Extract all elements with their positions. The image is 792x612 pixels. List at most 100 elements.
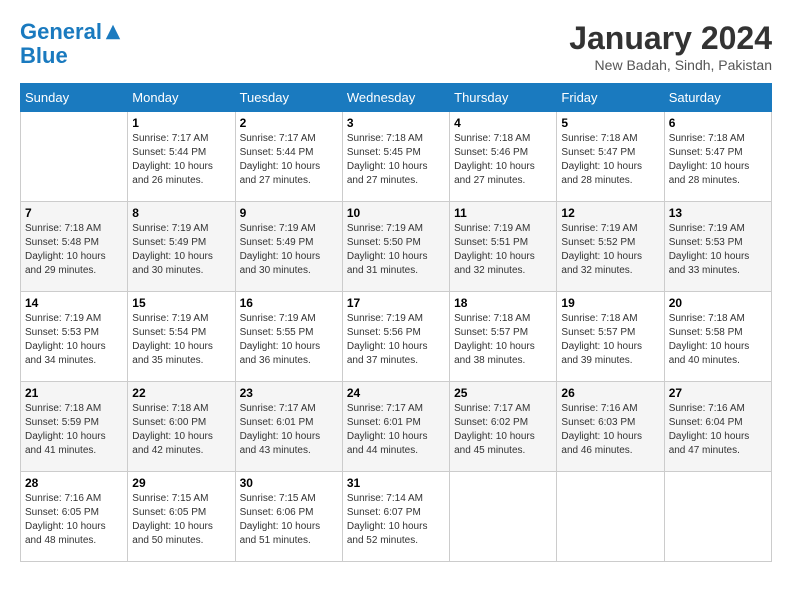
day-number: 4	[454, 116, 552, 130]
table-row: 23 Sunrise: 7:17 AM Sunset: 6:01 PM Dayl…	[235, 382, 342, 472]
table-row: 26 Sunrise: 7:16 AM Sunset: 6:03 PM Dayl…	[557, 382, 664, 472]
sunrise-text: Sunrise: 7:19 AM	[132, 223, 208, 234]
table-row: 16 Sunrise: 7:19 AM Sunset: 5:55 PM Dayl…	[235, 292, 342, 382]
day-info: Sunrise: 7:18 AM Sunset: 6:00 PM Dayligh…	[132, 402, 230, 458]
table-row: 19 Sunrise: 7:18 AM Sunset: 5:57 PM Dayl…	[557, 292, 664, 382]
daylight-text: Daylight: 10 hours and 27 minutes.	[454, 161, 535, 186]
table-row: 12 Sunrise: 7:19 AM Sunset: 5:52 PM Dayl…	[557, 202, 664, 292]
day-number: 27	[669, 386, 767, 400]
sunrise-text: Sunrise: 7:16 AM	[25, 493, 101, 504]
table-row: 20 Sunrise: 7:18 AM Sunset: 5:58 PM Dayl…	[664, 292, 771, 382]
daylight-text: Daylight: 10 hours and 31 minutes.	[347, 251, 428, 276]
calendar-week-row: 7 Sunrise: 7:18 AM Sunset: 5:48 PM Dayli…	[21, 202, 772, 292]
sunrise-text: Sunrise: 7:18 AM	[561, 313, 637, 324]
sunset-text: Sunset: 6:05 PM	[132, 507, 206, 518]
daylight-text: Daylight: 10 hours and 30 minutes.	[132, 251, 213, 276]
sunset-text: Sunset: 6:00 PM	[132, 417, 206, 428]
day-number: 5	[561, 116, 659, 130]
daylight-text: Daylight: 10 hours and 46 minutes.	[561, 431, 642, 456]
sunrise-text: Sunrise: 7:19 AM	[669, 223, 745, 234]
day-info: Sunrise: 7:18 AM Sunset: 5:46 PM Dayligh…	[454, 132, 552, 188]
sunset-text: Sunset: 6:07 PM	[347, 507, 421, 518]
daylight-text: Daylight: 10 hours and 44 minutes.	[347, 431, 428, 456]
col-friday: Friday	[557, 84, 664, 112]
table-row: 24 Sunrise: 7:17 AM Sunset: 6:01 PM Dayl…	[342, 382, 449, 472]
day-number: 16	[240, 296, 338, 310]
day-number: 12	[561, 206, 659, 220]
day-number: 28	[25, 476, 123, 490]
day-info: Sunrise: 7:18 AM Sunset: 5:45 PM Dayligh…	[347, 132, 445, 188]
sunset-text: Sunset: 5:50 PM	[347, 237, 421, 248]
day-info: Sunrise: 7:18 AM Sunset: 5:58 PM Dayligh…	[669, 312, 767, 368]
day-info: Sunrise: 7:16 AM Sunset: 6:05 PM Dayligh…	[25, 492, 123, 548]
col-saturday: Saturday	[664, 84, 771, 112]
day-info: Sunrise: 7:16 AM Sunset: 6:03 PM Dayligh…	[561, 402, 659, 458]
day-number: 23	[240, 386, 338, 400]
table-row: 8 Sunrise: 7:19 AM Sunset: 5:49 PM Dayli…	[128, 202, 235, 292]
daylight-text: Daylight: 10 hours and 29 minutes.	[25, 251, 106, 276]
day-number: 6	[669, 116, 767, 130]
day-number: 19	[561, 296, 659, 310]
daylight-text: Daylight: 10 hours and 41 minutes.	[25, 431, 106, 456]
daylight-text: Daylight: 10 hours and 52 minutes.	[347, 521, 428, 546]
sunrise-text: Sunrise: 7:18 AM	[669, 133, 745, 144]
day-info: Sunrise: 7:17 AM Sunset: 6:01 PM Dayligh…	[347, 402, 445, 458]
sunset-text: Sunset: 5:54 PM	[132, 327, 206, 338]
logo-text: General	[20, 20, 102, 44]
day-number: 10	[347, 206, 445, 220]
col-wednesday: Wednesday	[342, 84, 449, 112]
sunrise-text: Sunrise: 7:19 AM	[240, 223, 316, 234]
day-number: 14	[25, 296, 123, 310]
day-number: 8	[132, 206, 230, 220]
day-number: 29	[132, 476, 230, 490]
day-number: 15	[132, 296, 230, 310]
table-row: 3 Sunrise: 7:18 AM Sunset: 5:45 PM Dayli…	[342, 112, 449, 202]
day-info: Sunrise: 7:19 AM Sunset: 5:49 PM Dayligh…	[132, 222, 230, 278]
day-info: Sunrise: 7:19 AM Sunset: 5:54 PM Dayligh…	[132, 312, 230, 368]
table-row: 6 Sunrise: 7:18 AM Sunset: 5:47 PM Dayli…	[664, 112, 771, 202]
calendar-week-row: 21 Sunrise: 7:18 AM Sunset: 5:59 PM Dayl…	[21, 382, 772, 472]
daylight-text: Daylight: 10 hours and 47 minutes.	[669, 431, 750, 456]
daylight-text: Daylight: 10 hours and 37 minutes.	[347, 341, 428, 366]
day-number: 13	[669, 206, 767, 220]
logo-text-blue: Blue	[20, 44, 122, 68]
day-number: 24	[347, 386, 445, 400]
daylight-text: Daylight: 10 hours and 48 minutes.	[25, 521, 106, 546]
sunset-text: Sunset: 5:57 PM	[561, 327, 635, 338]
day-info: Sunrise: 7:18 AM Sunset: 5:57 PM Dayligh…	[454, 312, 552, 368]
calendar-week-row: 28 Sunrise: 7:16 AM Sunset: 6:05 PM Dayl…	[21, 472, 772, 562]
table-row	[664, 472, 771, 562]
day-info: Sunrise: 7:19 AM Sunset: 5:55 PM Dayligh…	[240, 312, 338, 368]
sunrise-text: Sunrise: 7:19 AM	[347, 313, 423, 324]
sunset-text: Sunset: 6:01 PM	[347, 417, 421, 428]
col-thursday: Thursday	[450, 84, 557, 112]
sunset-text: Sunset: 5:53 PM	[669, 237, 743, 248]
sunset-text: Sunset: 6:06 PM	[240, 507, 314, 518]
sunset-text: Sunset: 5:53 PM	[25, 327, 99, 338]
table-row: 13 Sunrise: 7:19 AM Sunset: 5:53 PM Dayl…	[664, 202, 771, 292]
day-info: Sunrise: 7:18 AM Sunset: 5:47 PM Dayligh…	[561, 132, 659, 188]
daylight-text: Daylight: 10 hours and 39 minutes.	[561, 341, 642, 366]
sunrise-text: Sunrise: 7:19 AM	[347, 223, 423, 234]
col-monday: Monday	[128, 84, 235, 112]
table-row: 4 Sunrise: 7:18 AM Sunset: 5:46 PM Dayli…	[450, 112, 557, 202]
sunset-text: Sunset: 5:45 PM	[347, 147, 421, 158]
sunset-text: Sunset: 5:49 PM	[240, 237, 314, 248]
day-number: 20	[669, 296, 767, 310]
daylight-text: Daylight: 10 hours and 42 minutes.	[132, 431, 213, 456]
day-number: 11	[454, 206, 552, 220]
sunset-text: Sunset: 5:51 PM	[454, 237, 528, 248]
daylight-text: Daylight: 10 hours and 45 minutes.	[454, 431, 535, 456]
sunrise-text: Sunrise: 7:18 AM	[454, 313, 530, 324]
sunrise-text: Sunrise: 7:17 AM	[454, 403, 530, 414]
day-number: 17	[347, 296, 445, 310]
daylight-text: Daylight: 10 hours and 38 minutes.	[454, 341, 535, 366]
sunrise-text: Sunrise: 7:18 AM	[132, 403, 208, 414]
table-row: 27 Sunrise: 7:16 AM Sunset: 6:04 PM Dayl…	[664, 382, 771, 472]
day-info: Sunrise: 7:17 AM Sunset: 5:44 PM Dayligh…	[240, 132, 338, 188]
day-info: Sunrise: 7:18 AM Sunset: 5:48 PM Dayligh…	[25, 222, 123, 278]
sunrise-text: Sunrise: 7:18 AM	[25, 403, 101, 414]
day-info: Sunrise: 7:19 AM Sunset: 5:51 PM Dayligh…	[454, 222, 552, 278]
day-info: Sunrise: 7:17 AM Sunset: 5:44 PM Dayligh…	[132, 132, 230, 188]
day-info: Sunrise: 7:19 AM Sunset: 5:52 PM Dayligh…	[561, 222, 659, 278]
